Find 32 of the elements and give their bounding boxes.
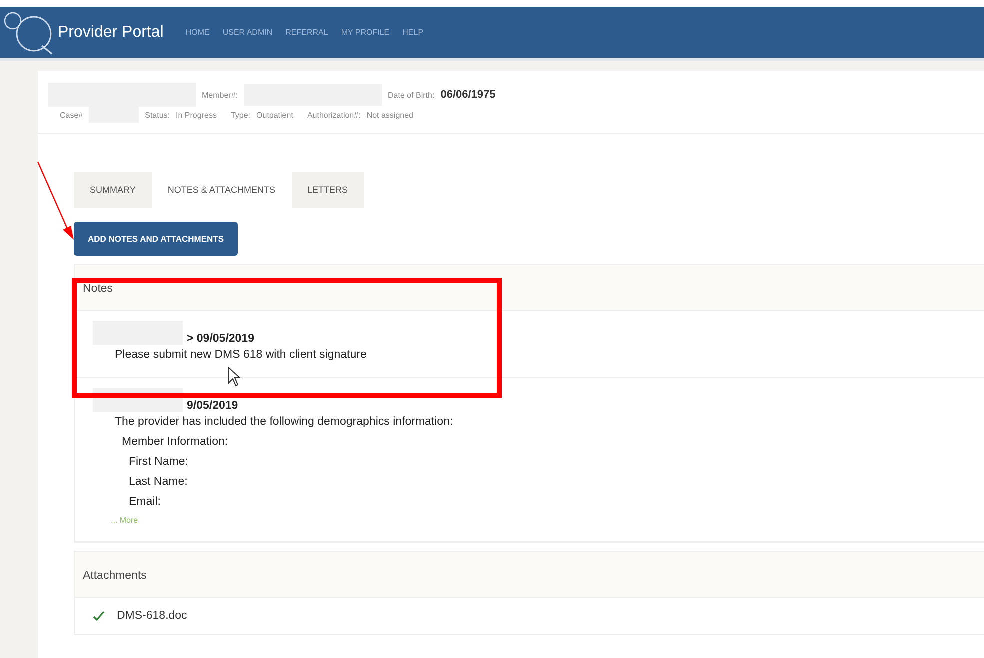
notes-heading: Notes [75, 265, 984, 311]
case-label: Case# [60, 110, 84, 120]
member-label: Member#: [202, 90, 238, 100]
cursor-icon [228, 367, 242, 387]
nav-link[interactable]: HELP [402, 28, 424, 37]
attachments-heading: Attachments [75, 552, 984, 598]
note-text: Email: [129, 495, 162, 510]
note-date: > 09/05/2019 [187, 333, 254, 345]
more-link[interactable]: ... More [111, 516, 138, 525]
status-value: In Progress [176, 110, 217, 120]
status-label: Status: [145, 110, 170, 120]
note-text: The provider has included the following demographics information: [115, 415, 454, 430]
nav-link[interactable]: USER ADMIN [222, 28, 273, 37]
authorization-value: Not assigned [366, 110, 414, 120]
nav-link[interactable]: HOME [186, 28, 210, 37]
tab[interactable]: SUMMARY [74, 172, 152, 208]
note-text: Member Information: [122, 435, 230, 450]
note-text: Last Name: [129, 475, 189, 490]
note-date: 9/05/2019 [187, 400, 238, 412]
note-text: First Name: [129, 455, 190, 470]
nav-link[interactable]: MY PROFILE [341, 28, 390, 37]
portal-title: Provider Portal [58, 24, 164, 42]
add-notes-button[interactable]: ADD NOTES AND ATTACHMENTS [74, 222, 238, 256]
authorization-label: Authorization#: [307, 110, 361, 120]
dob-label: Date of Birth: [388, 90, 435, 100]
nav-link[interactable]: REFERRAL [286, 28, 328, 37]
type-value: Outpatient [256, 110, 294, 120]
dob-value: 06/06/1975 [440, 89, 496, 101]
attachment-file-link[interactable]: DMS-618.doc [117, 610, 188, 622]
note-text: Please submit new DMS 618 with client signature [115, 348, 368, 363]
type-label: Type: [230, 110, 251, 120]
tab[interactable]: LETTERS [292, 172, 364, 208]
